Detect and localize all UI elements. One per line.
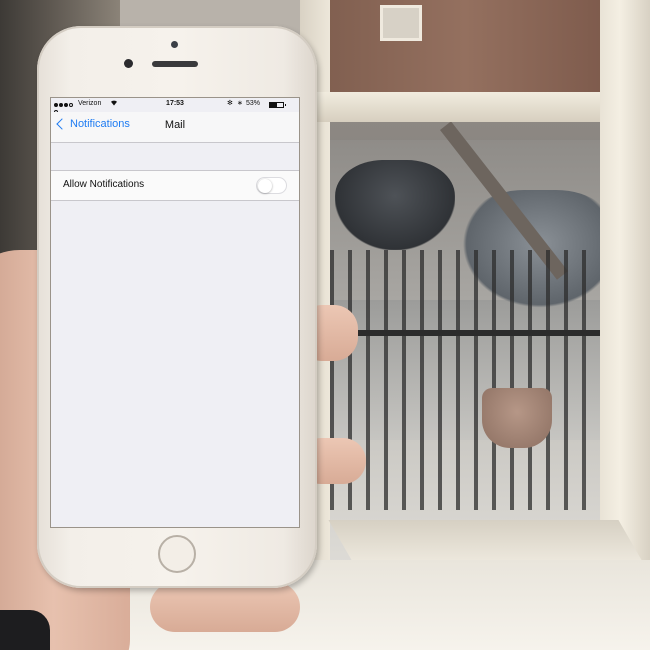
thumb: [150, 582, 300, 632]
status-time: 17:53: [166, 100, 184, 107]
window-sill-edge: [328, 520, 642, 560]
allow-notifications-row: Allow Notifications: [51, 170, 299, 201]
allow-notifications-label: Allow Notifications: [63, 179, 145, 190]
earpiece-speaker: [152, 61, 198, 67]
toggle-knob: [258, 178, 272, 193]
iphone: Verizon 17:53 ✻ ∗ 53% Notifications Mail…: [37, 26, 317, 588]
flower-pot: [482, 388, 552, 448]
building-across-street: [300, 0, 630, 95]
proximity-sensor: [171, 41, 178, 48]
parked-car-dark: [335, 160, 455, 250]
battery-percent: 53%: [246, 100, 261, 107]
window-frame-middle: [300, 92, 630, 122]
orientation-lock-icon: ✻: [227, 100, 233, 107]
building-window: [380, 5, 422, 41]
battery-icon: [269, 102, 284, 108]
status-bar: Verizon 17:53 ✻ ∗ 53%: [51, 98, 299, 114]
bluetooth-icon: ∗: [237, 100, 243, 107]
iron-fence: [330, 250, 600, 510]
sleeve: [0, 610, 50, 650]
battery-level: [270, 103, 277, 107]
page-title: Mail: [164, 119, 186, 131]
phone-screen: Verizon 17:53 ✻ ∗ 53% Notifications Mail…: [50, 97, 300, 528]
allow-notifications-toggle[interactable]: [256, 177, 287, 194]
navigation-bar: Notifications Mail: [51, 112, 299, 143]
fence-rail: [330, 330, 600, 336]
front-camera: [124, 59, 133, 68]
battery-cap: [285, 104, 286, 106]
home-button[interactable]: [158, 535, 196, 573]
